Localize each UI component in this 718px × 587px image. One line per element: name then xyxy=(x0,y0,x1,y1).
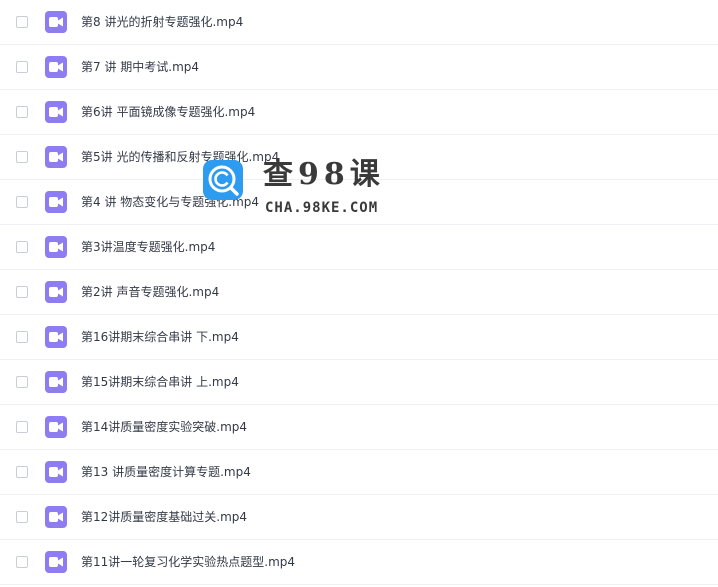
file-row[interactable]: 第13 讲质量密度计算专题.mp4 xyxy=(0,450,718,495)
file-name[interactable]: 第5讲 光的传播和反射专题强化.mp4 xyxy=(81,149,279,165)
file-row[interactable]: 第15讲期末综合串讲 上.mp4 xyxy=(0,360,718,405)
file-name[interactable]: 第4 讲 物态变化与专题强化.mp4 xyxy=(81,194,259,210)
video-file-icon xyxy=(45,281,67,303)
file-row[interactable]: 第6讲 平面镜成像专题强化.mp4 xyxy=(0,90,718,135)
row-checkbox[interactable] xyxy=(16,61,28,73)
row-checkbox[interactable] xyxy=(16,241,28,253)
video-file-icon xyxy=(45,371,67,393)
file-name[interactable]: 第14讲质量密度实验突破.mp4 xyxy=(81,419,247,435)
file-name[interactable]: 第8 讲光的折射专题强化.mp4 xyxy=(81,14,243,30)
row-checkbox[interactable] xyxy=(16,196,28,208)
row-checkbox[interactable] xyxy=(16,376,28,388)
file-name[interactable]: 第6讲 平面镜成像专题强化.mp4 xyxy=(81,104,255,120)
file-row[interactable]: 第4 讲 物态变化与专题强化.mp4 xyxy=(0,180,718,225)
file-name[interactable]: 第13 讲质量密度计算专题.mp4 xyxy=(81,464,251,480)
file-row[interactable]: 第8 讲光的折射专题强化.mp4 xyxy=(0,4,718,45)
file-row[interactable]: 第7 讲 期中考试.mp4 xyxy=(0,45,718,90)
video-file-icon xyxy=(45,11,67,33)
row-checkbox[interactable] xyxy=(16,151,28,163)
file-name[interactable]: 第11讲一轮复习化学实验热点题型.mp4 xyxy=(81,554,295,570)
file-name[interactable]: 第15讲期末综合串讲 上.mp4 xyxy=(81,374,239,390)
row-checkbox[interactable] xyxy=(16,286,28,298)
row-checkbox[interactable] xyxy=(16,16,28,28)
video-file-icon xyxy=(45,461,67,483)
video-file-icon xyxy=(45,146,67,168)
row-checkbox[interactable] xyxy=(16,556,28,568)
file-row[interactable]: 第14讲质量密度实验突破.mp4 xyxy=(0,405,718,450)
file-row[interactable]: 第2讲 声音专题强化.mp4 xyxy=(0,270,718,315)
video-file-icon xyxy=(45,56,67,78)
video-file-icon xyxy=(45,326,67,348)
video-file-icon xyxy=(45,506,67,528)
file-row[interactable]: 第11讲一轮复习化学实验热点题型.mp4 xyxy=(0,540,718,585)
row-checkbox[interactable] xyxy=(16,106,28,118)
row-checkbox[interactable] xyxy=(16,421,28,433)
row-checkbox[interactable] xyxy=(16,511,28,523)
video-file-icon xyxy=(45,101,67,123)
video-file-icon xyxy=(45,191,67,213)
file-list: 第8 讲光的折射专题强化.mp4 第7 讲 期中考试.mp4 第6讲 平面镜成像… xyxy=(0,4,718,585)
row-checkbox[interactable] xyxy=(16,331,28,343)
video-file-icon xyxy=(45,236,67,258)
file-name[interactable]: 第3讲温度专题强化.mp4 xyxy=(81,239,215,255)
file-name[interactable]: 第7 讲 期中考试.mp4 xyxy=(81,59,199,75)
file-name[interactable]: 第2讲 声音专题强化.mp4 xyxy=(81,284,219,300)
file-name[interactable]: 第16讲期末综合串讲 下.mp4 xyxy=(81,329,239,345)
row-checkbox[interactable] xyxy=(16,466,28,478)
file-row[interactable]: 第16讲期末综合串讲 下.mp4 xyxy=(0,315,718,360)
video-file-icon xyxy=(45,551,67,573)
file-row[interactable]: 第3讲温度专题强化.mp4 xyxy=(0,225,718,270)
file-name[interactable]: 第12讲质量密度基础过关.mp4 xyxy=(81,509,247,525)
file-row[interactable]: 第5讲 光的传播和反射专题强化.mp4 xyxy=(0,135,718,180)
video-file-icon xyxy=(45,416,67,438)
file-row[interactable]: 第12讲质量密度基础过关.mp4 xyxy=(0,495,718,540)
